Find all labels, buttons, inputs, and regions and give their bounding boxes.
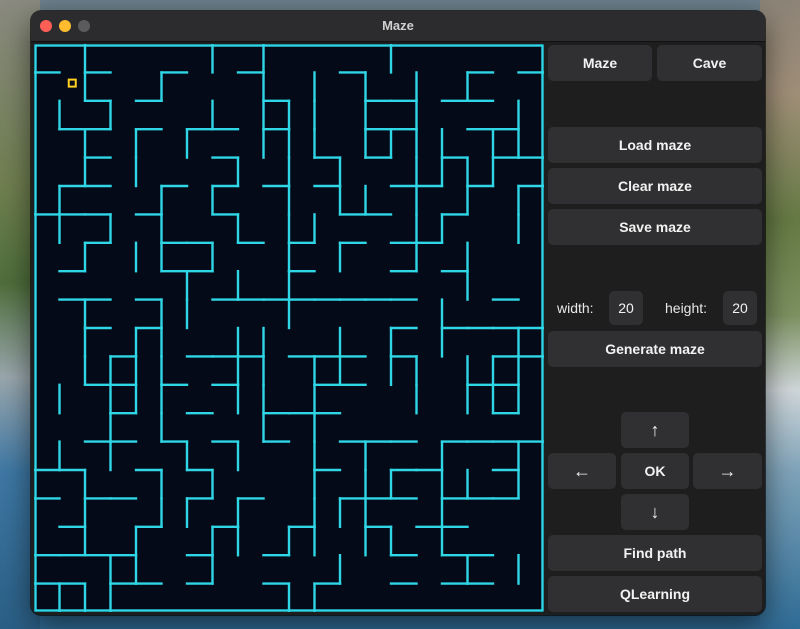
- maze-canvas[interactable]: [34, 44, 544, 612]
- load-maze-button[interactable]: Load maze: [548, 127, 762, 163]
- window-title: Maze: [382, 18, 414, 33]
- clear-maze-button[interactable]: Clear maze: [548, 168, 762, 204]
- move-down-button[interactable]: ↓: [621, 494, 689, 530]
- desktop-wallpaper-right: [760, 0, 800, 629]
- qlearning-button[interactable]: QLearning: [548, 576, 762, 612]
- width-spinbox[interactable]: 20: [609, 291, 643, 325]
- generate-maze-button[interactable]: Generate maze: [548, 331, 762, 367]
- app-window: Maze Maze Cave Load maze Clear maze Save…: [31, 11, 765, 615]
- height-label: height:: [665, 300, 708, 316]
- arrow-up-icon: ↑: [650, 419, 660, 440]
- arrow-right-icon: →: [718, 460, 737, 481]
- move-up-button[interactable]: ↑: [621, 412, 689, 448]
- find-path-button[interactable]: Find path: [548, 535, 762, 571]
- move-right-button[interactable]: →: [693, 453, 762, 489]
- cave-mode-button[interactable]: Cave: [657, 45, 762, 81]
- save-maze-button[interactable]: Save maze: [548, 209, 762, 245]
- move-left-button[interactable]: ←: [548, 453, 616, 489]
- width-label: width:: [557, 300, 594, 316]
- arrow-left-icon: ←: [573, 460, 591, 481]
- title-bar: Maze: [31, 11, 765, 42]
- maze-mode-button[interactable]: Maze: [548, 45, 652, 81]
- ok-button[interactable]: OK: [621, 453, 689, 489]
- arrow-down-icon: ↓: [650, 501, 660, 522]
- height-spinbox[interactable]: 20: [723, 291, 757, 325]
- maze-board[interactable]: [34, 44, 544, 612]
